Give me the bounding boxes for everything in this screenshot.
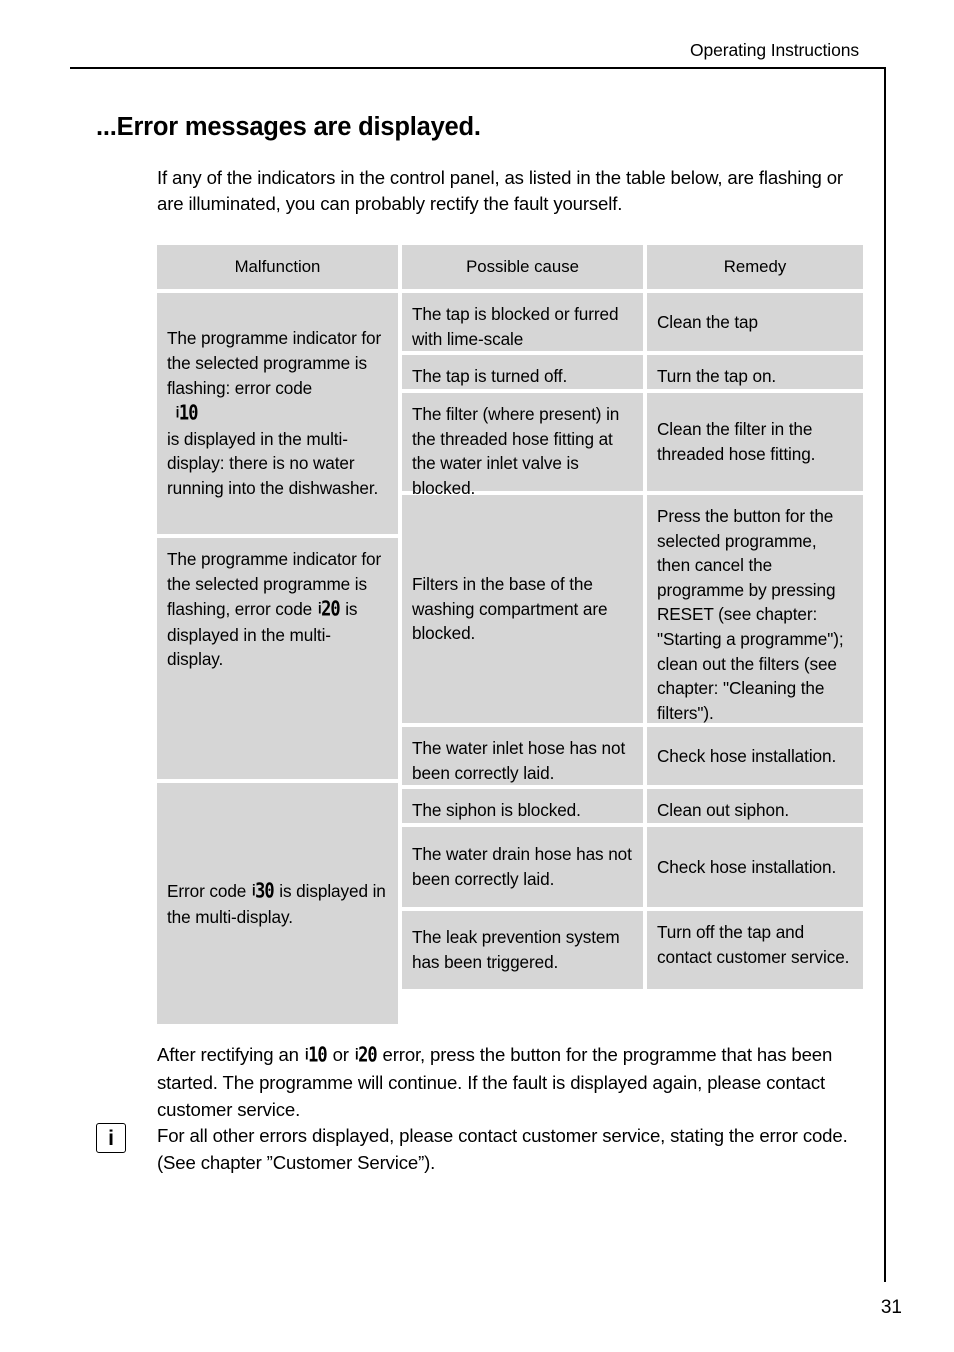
error-code-display-10: i10 bbox=[176, 399, 378, 429]
malfunction-text-pre: The programme indicator for the selected… bbox=[167, 328, 382, 398]
remedy-cell: Check hose installation. bbox=[647, 827, 863, 907]
remedy-cell: Clean the filter in the threaded hose fi… bbox=[647, 393, 863, 491]
malfunction-column: The programme indicator for the selected… bbox=[157, 293, 398, 1024]
cause-cell: The water drain hose has not been correc… bbox=[402, 827, 643, 907]
info-note: i For all other errors displayed, please… bbox=[96, 1122, 871, 1176]
lcd-digits: 30 bbox=[255, 879, 275, 904]
table-row: The tap is blocked or furred with lime-s… bbox=[402, 293, 863, 351]
remedy-cell: Clean the tap bbox=[647, 293, 863, 351]
error-code-display-20: i20 bbox=[318, 595, 341, 625]
after-text-part1: After rectifying an bbox=[157, 1043, 299, 1065]
intro-paragraph: If any of the indicators in the control … bbox=[157, 166, 843, 215]
page-number: 31 bbox=[880, 1297, 902, 1318]
table-row: The leak prevention system has been trig… bbox=[402, 911, 863, 989]
cause-cell: The tap is blocked or furred with lime-s… bbox=[402, 293, 643, 351]
lcd-digits: 10 bbox=[178, 401, 199, 426]
malfunction-cell-error-20: The programme indicator for the selected… bbox=[157, 538, 398, 779]
cause-cell: The filter (where present) in the thread… bbox=[402, 393, 643, 498]
cause-cell: The leak prevention system has been trig… bbox=[402, 911, 643, 989]
error-messages-table: Malfunction Possible cause Remedy The pr… bbox=[157, 245, 863, 1024]
table-body: The programme indicator for the selected… bbox=[157, 293, 863, 1024]
remedy-cell: Turn off the tap and contact customer se… bbox=[647, 911, 863, 989]
malfunction-text-pre: Error code bbox=[167, 880, 247, 901]
cause-cell: The water inlet hose has not been correc… bbox=[402, 727, 643, 785]
running-header: Operating Instructions bbox=[690, 40, 859, 60]
lcd-digits: 20 bbox=[357, 1043, 378, 1067]
malfunction-text-post: is displayed in the multi-display: there… bbox=[167, 428, 379, 498]
header-rule bbox=[70, 67, 886, 69]
cause-cell: Filters in the base of the washing compa… bbox=[402, 495, 643, 723]
after-table-paragraph: After rectifying an i10 or i20 error, pr… bbox=[157, 1041, 869, 1123]
after-text-part2: or bbox=[332, 1043, 349, 1065]
column-header-malfunction: Malfunction bbox=[157, 245, 398, 289]
table-header-row: Malfunction Possible cause Remedy bbox=[157, 245, 863, 289]
info-note-text: For all other errors displayed, please c… bbox=[157, 1125, 848, 1173]
info-icon: i bbox=[96, 1123, 126, 1153]
column-header-remedy: Remedy bbox=[647, 245, 863, 289]
remedy-cell: Turn the tap on. bbox=[647, 355, 863, 389]
lcd-digits: 10 bbox=[307, 1043, 328, 1067]
table-row: The siphon is blocked. Clean out siphon. bbox=[402, 789, 863, 823]
column-header-possible-cause: Possible cause bbox=[402, 245, 643, 289]
remedy-cell: Clean out siphon. bbox=[647, 789, 863, 823]
remedy-cell: Check hose installation. bbox=[647, 727, 863, 785]
page-border-line bbox=[884, 67, 886, 1282]
table-row: The water inlet hose has not been correc… bbox=[402, 727, 863, 785]
table-row: Filters in the base of the washing compa… bbox=[402, 495, 863, 723]
cause-cell: The tap is turned off. bbox=[402, 355, 643, 389]
malfunction-cell-error-30: Error code i30 is displayed in the multi… bbox=[157, 783, 398, 1024]
cause-cell: The siphon is blocked. bbox=[402, 789, 643, 823]
table-row: The water drain hose has not been correc… bbox=[402, 827, 863, 907]
malfunction-cell-error-10: The programme indicator for the selected… bbox=[157, 293, 398, 534]
lcd-digits: 20 bbox=[320, 597, 341, 622]
cause-remedy-column-group: The tap is blocked or furred with lime-s… bbox=[402, 293, 863, 989]
error-code-display-20-inline: i20 bbox=[355, 1039, 378, 1070]
error-code-display-30: i30 bbox=[252, 876, 275, 906]
remedy-cell: Press the button for the selected progra… bbox=[647, 495, 863, 723]
error-code-display-10-inline: i10 bbox=[305, 1039, 328, 1070]
page-title: ...Error messages are displayed. bbox=[96, 113, 481, 142]
table-row: The filter (where present) in the thread… bbox=[402, 393, 863, 498]
table-row: The tap is turned off. Turn the tap on. bbox=[402, 355, 863, 389]
